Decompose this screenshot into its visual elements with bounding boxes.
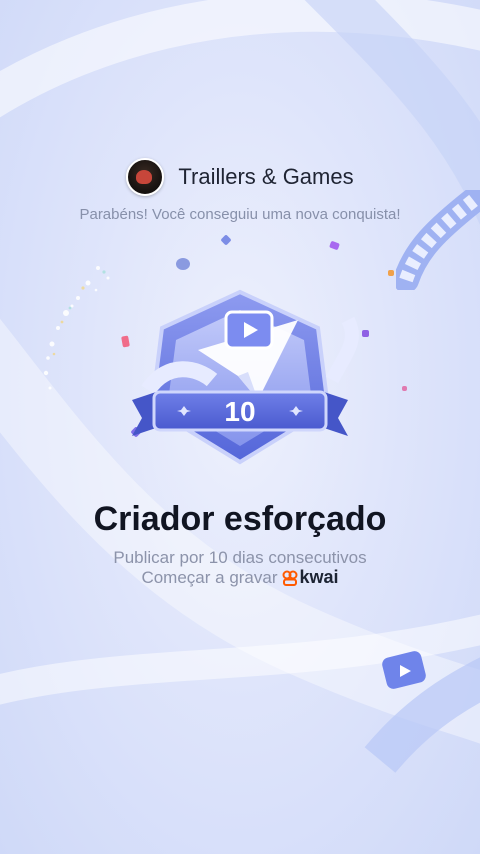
- start-recording-link[interactable]: Começar a gravar kwai: [0, 567, 480, 588]
- cta-label: Começar a gravar: [141, 567, 278, 587]
- kwai-logo-icon: [282, 570, 298, 586]
- kwai-logo: kwai: [282, 567, 339, 588]
- confetti: [402, 386, 407, 391]
- channel-header: Traillers & Games: [0, 158, 480, 196]
- kwai-wordmark: kwai: [299, 567, 339, 587]
- confetti: [220, 234, 232, 246]
- film-strip-icon: [396, 190, 480, 290]
- congrats-message: Parabéns! Você conseguiu uma nova conqui…: [79, 206, 401, 223]
- video-play-icon: [382, 651, 426, 689]
- badge-number: 10: [224, 396, 255, 427]
- achievement-description: Publicar por 10 dias consecutivos: [113, 548, 367, 567]
- confetti: [388, 270, 394, 276]
- confetti: [176, 258, 190, 270]
- channel-name: Traillers & Games: [178, 164, 354, 189]
- avatar[interactable]: [126, 158, 165, 196]
- confetti: [329, 240, 340, 251]
- achievement-title: Criador esforçado: [93, 500, 387, 538]
- achievement-badge: 10: [132, 289, 359, 465]
